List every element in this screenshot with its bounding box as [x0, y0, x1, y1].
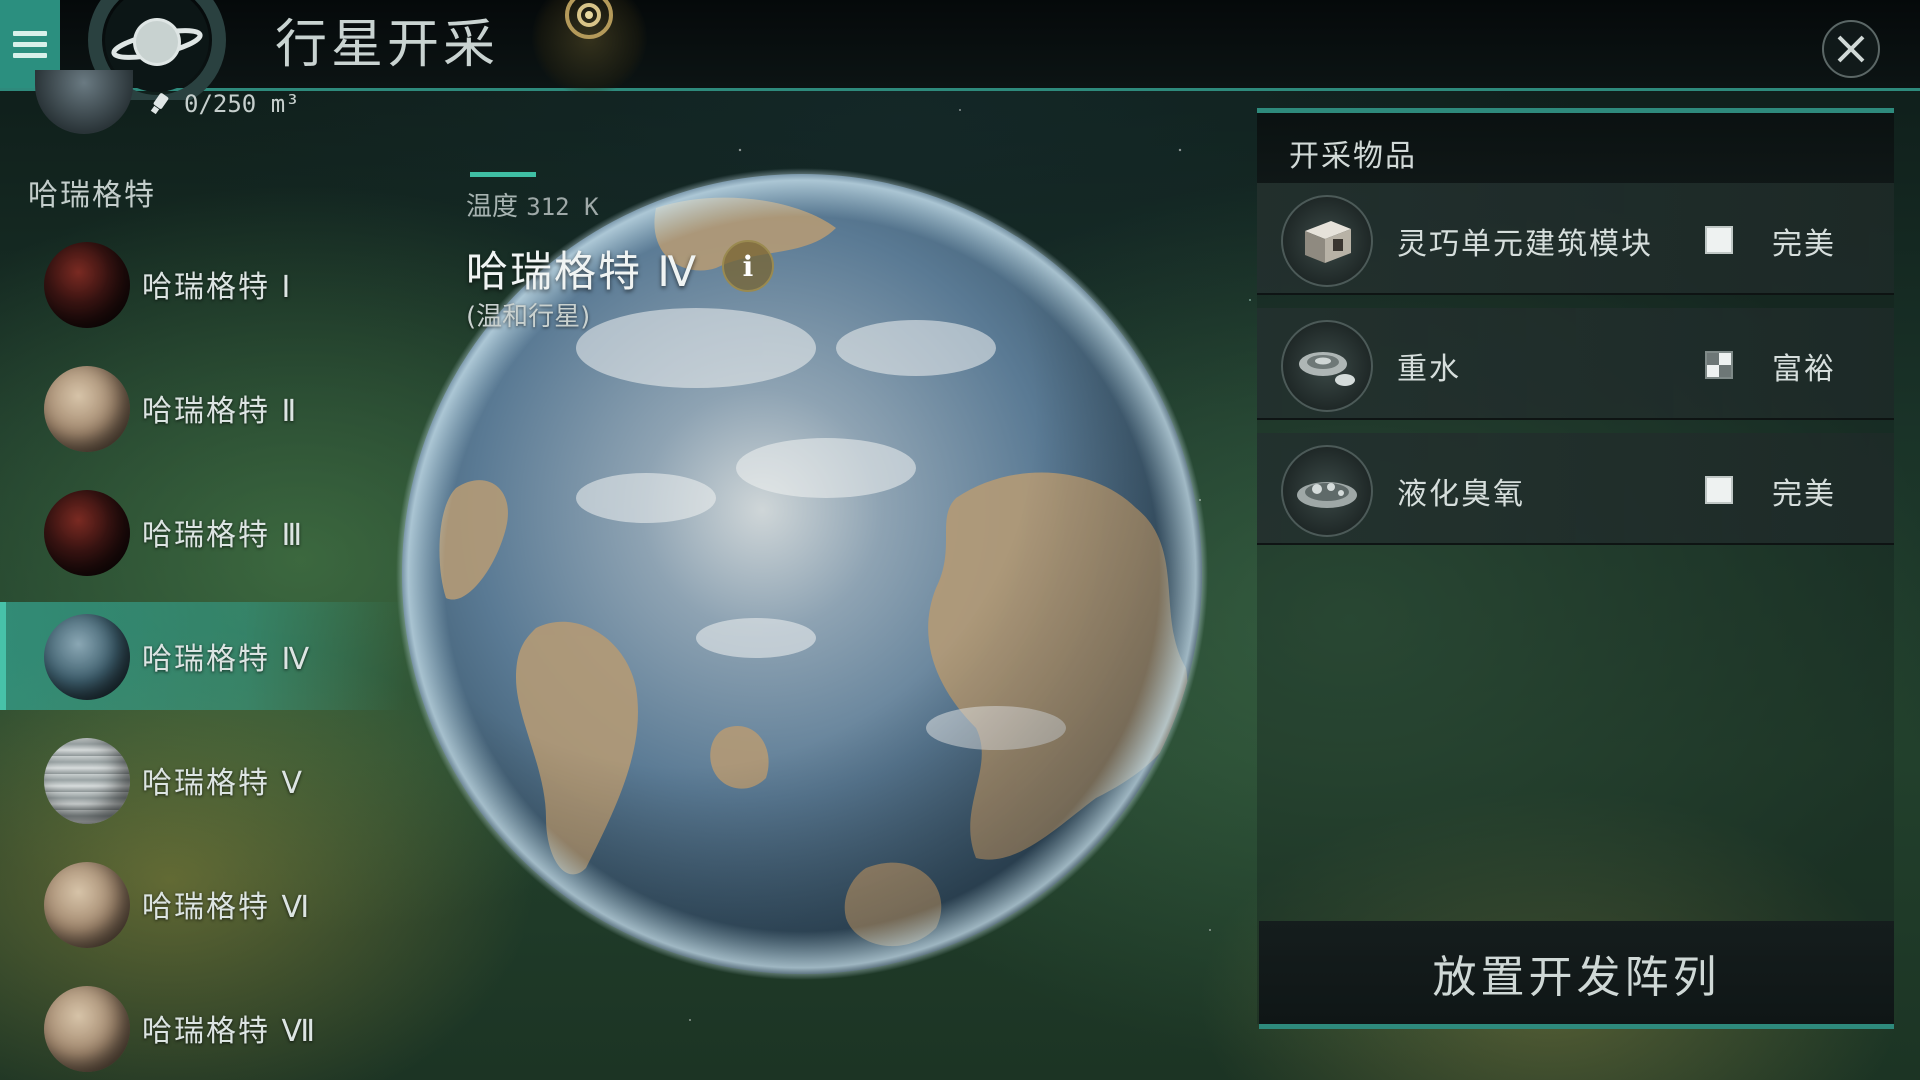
resource-quality: 富裕 — [1772, 352, 1836, 387]
planet-label: 哈瑞格特 Ⅳ — [142, 642, 312, 677]
liquid-ozone-icon — [1281, 445, 1373, 537]
planet-label: 哈瑞格特 Ⅱ — [142, 394, 299, 429]
planet-label: 哈瑞格特 Ⅵ — [142, 890, 312, 925]
resource-row[interactable]: 灵巧单元建筑模块 完美 — [1257, 183, 1894, 295]
quality-rich-icon — [1705, 351, 1733, 379]
close-icon — [1837, 35, 1865, 63]
sidebar-item-planet-1[interactable]: 哈瑞格特 Ⅰ — [0, 230, 400, 338]
heavy-water-icon — [1281, 320, 1373, 412]
lava-planet-icon — [44, 242, 130, 328]
sidebar-item-planet-7[interactable]: 哈瑞格特 Ⅶ — [0, 974, 400, 1080]
resource-quality: 完美 — [1772, 227, 1836, 262]
resource-name: 重水 — [1397, 352, 1461, 387]
planet-name: 哈瑞格特 Ⅳ — [466, 247, 699, 296]
quality-perfect-icon — [1705, 476, 1733, 504]
temperature-value: 312 K — [526, 193, 599, 221]
game-screen: 行星开采 0/250 m³ 哈瑞格特 哈瑞格特 Ⅰ 哈瑞格特 Ⅱ 哈瑞格特 Ⅲ … — [0, 0, 1920, 1080]
barren-planet-icon — [44, 986, 130, 1072]
construction-block-icon — [1281, 195, 1373, 287]
info-icon[interactable]: i — [722, 240, 774, 292]
gas-planet-icon — [44, 738, 130, 824]
sidebar-item-planet-5[interactable]: 哈瑞格特 Ⅴ — [0, 726, 400, 834]
deploy-array-button[interactable]: 放置开发阵列 — [1259, 921, 1894, 1029]
planet-label: 哈瑞格特 Ⅶ — [142, 1014, 318, 1049]
planet-type: (温和行星) — [466, 302, 591, 332]
resource-name: 灵巧单元建筑模块 — [1397, 227, 1653, 262]
sidebar-item-planet-6[interactable]: 哈瑞格特 Ⅵ — [0, 850, 400, 958]
barren-planet-icon — [44, 366, 130, 452]
lava-planet-icon — [44, 490, 130, 576]
resource-row[interactable]: 重水 富裕 — [1257, 308, 1894, 420]
temperature-label: 温度 — [466, 192, 519, 222]
resource-row[interactable]: 液化臭氧 完美 — [1257, 433, 1894, 545]
quality-perfect-icon — [1705, 226, 1733, 254]
top-bar: 行星开采 — [0, 0, 1920, 100]
temperate-planet-icon — [44, 614, 130, 700]
capacity-text: 0/250 m³ — [184, 90, 300, 118]
panel-header: 开采物品 — [1257, 108, 1894, 183]
planet-label: 哈瑞格特 Ⅴ — [142, 766, 305, 801]
scan-target-icon — [565, 0, 613, 39]
system-name: 哈瑞格特 — [28, 178, 156, 213]
info-accent-bar — [470, 172, 536, 177]
resource-name: 液化臭氧 — [1397, 477, 1525, 512]
scan-button[interactable] — [532, 0, 647, 95]
panel-title: 开采物品 — [1289, 139, 1417, 174]
resource-quality: 完美 — [1772, 477, 1836, 512]
planet-label: 哈瑞格特 Ⅰ — [142, 270, 293, 305]
sidebar-item-planet-3[interactable]: 哈瑞格特 Ⅲ — [0, 478, 400, 586]
page-title: 行星开采 — [275, 15, 500, 75]
barren-planet-icon — [44, 862, 130, 948]
temperature-readout: 温度 312 K — [466, 186, 599, 223]
sidebar-item-planet-4[interactable]: 哈瑞格特 Ⅳ — [0, 602, 406, 710]
sidebar-item-planet-2[interactable]: 哈瑞格特 Ⅱ — [0, 354, 400, 462]
close-button[interactable] — [1822, 20, 1880, 78]
probe-icon — [150, 93, 169, 115]
planet-label: 哈瑞格特 Ⅲ — [142, 518, 305, 553]
mining-panel: 开采物品 灵巧单元建筑模块 完美 重水 富裕 液化臭氧 完美 — [1257, 108, 1894, 1024]
storage-capacity: 0/250 m³ — [148, 90, 300, 118]
